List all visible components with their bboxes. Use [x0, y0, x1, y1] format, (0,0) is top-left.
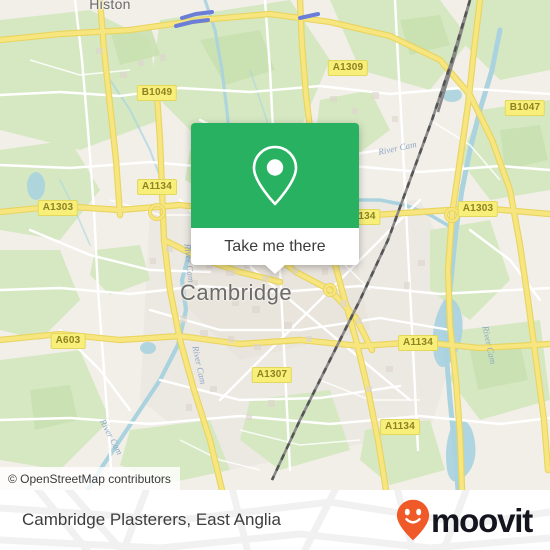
place-callout-card[interactable]: Take me there — [191, 123, 359, 274]
moovit-place-map-card: A1309 B1049 B1047 A1134 A1303 134 A1303 … — [0, 0, 550, 550]
take-me-there-label: Take me there — [224, 237, 326, 255]
road-shield[interactable]: A1134 — [398, 335, 438, 351]
road-shield[interactable]: A1134 — [137, 179, 177, 195]
road-shield[interactable]: A1303 — [37, 200, 79, 216]
map-attribution[interactable]: © OpenStreetMap contributors — [0, 467, 180, 490]
callout-tail — [264, 264, 286, 274]
place-label-cambridge: Cambridge — [179, 280, 293, 305]
map-pin-icon — [252, 145, 298, 205]
road-shield[interactable]: B1049 — [136, 85, 178, 101]
moovit-smiley-pin-icon — [396, 499, 430, 541]
road-shield[interactable]: A1303 — [457, 201, 499, 217]
moovit-brand[interactable]: moovit — [396, 499, 533, 541]
road-shield[interactable]: A1134 — [380, 419, 420, 435]
attribution-text: © OpenStreetMap contributors — [8, 471, 171, 486]
footer-bar: Cambridge Plasterers, East Anglia moovit — [0, 490, 550, 550]
callout-header — [191, 123, 359, 228]
callout-action-bar[interactable]: Take me there — [191, 228, 359, 274]
road-shield[interactable]: B1047 — [504, 100, 546, 116]
moovit-wordmark: moovit — [431, 501, 533, 539]
road-shield[interactable]: A1309 — [327, 60, 369, 76]
road-shield[interactable]: A1307 — [251, 367, 293, 383]
place-label-histon: Histon — [89, 0, 131, 12]
map-canvas[interactable]: A1309 B1049 B1047 A1134 A1303 134 A1303 … — [0, 0, 550, 490]
page-title: Cambridge Plasterers, East Anglia — [22, 510, 281, 529]
road-shield[interactable]: A603 — [50, 333, 86, 349]
